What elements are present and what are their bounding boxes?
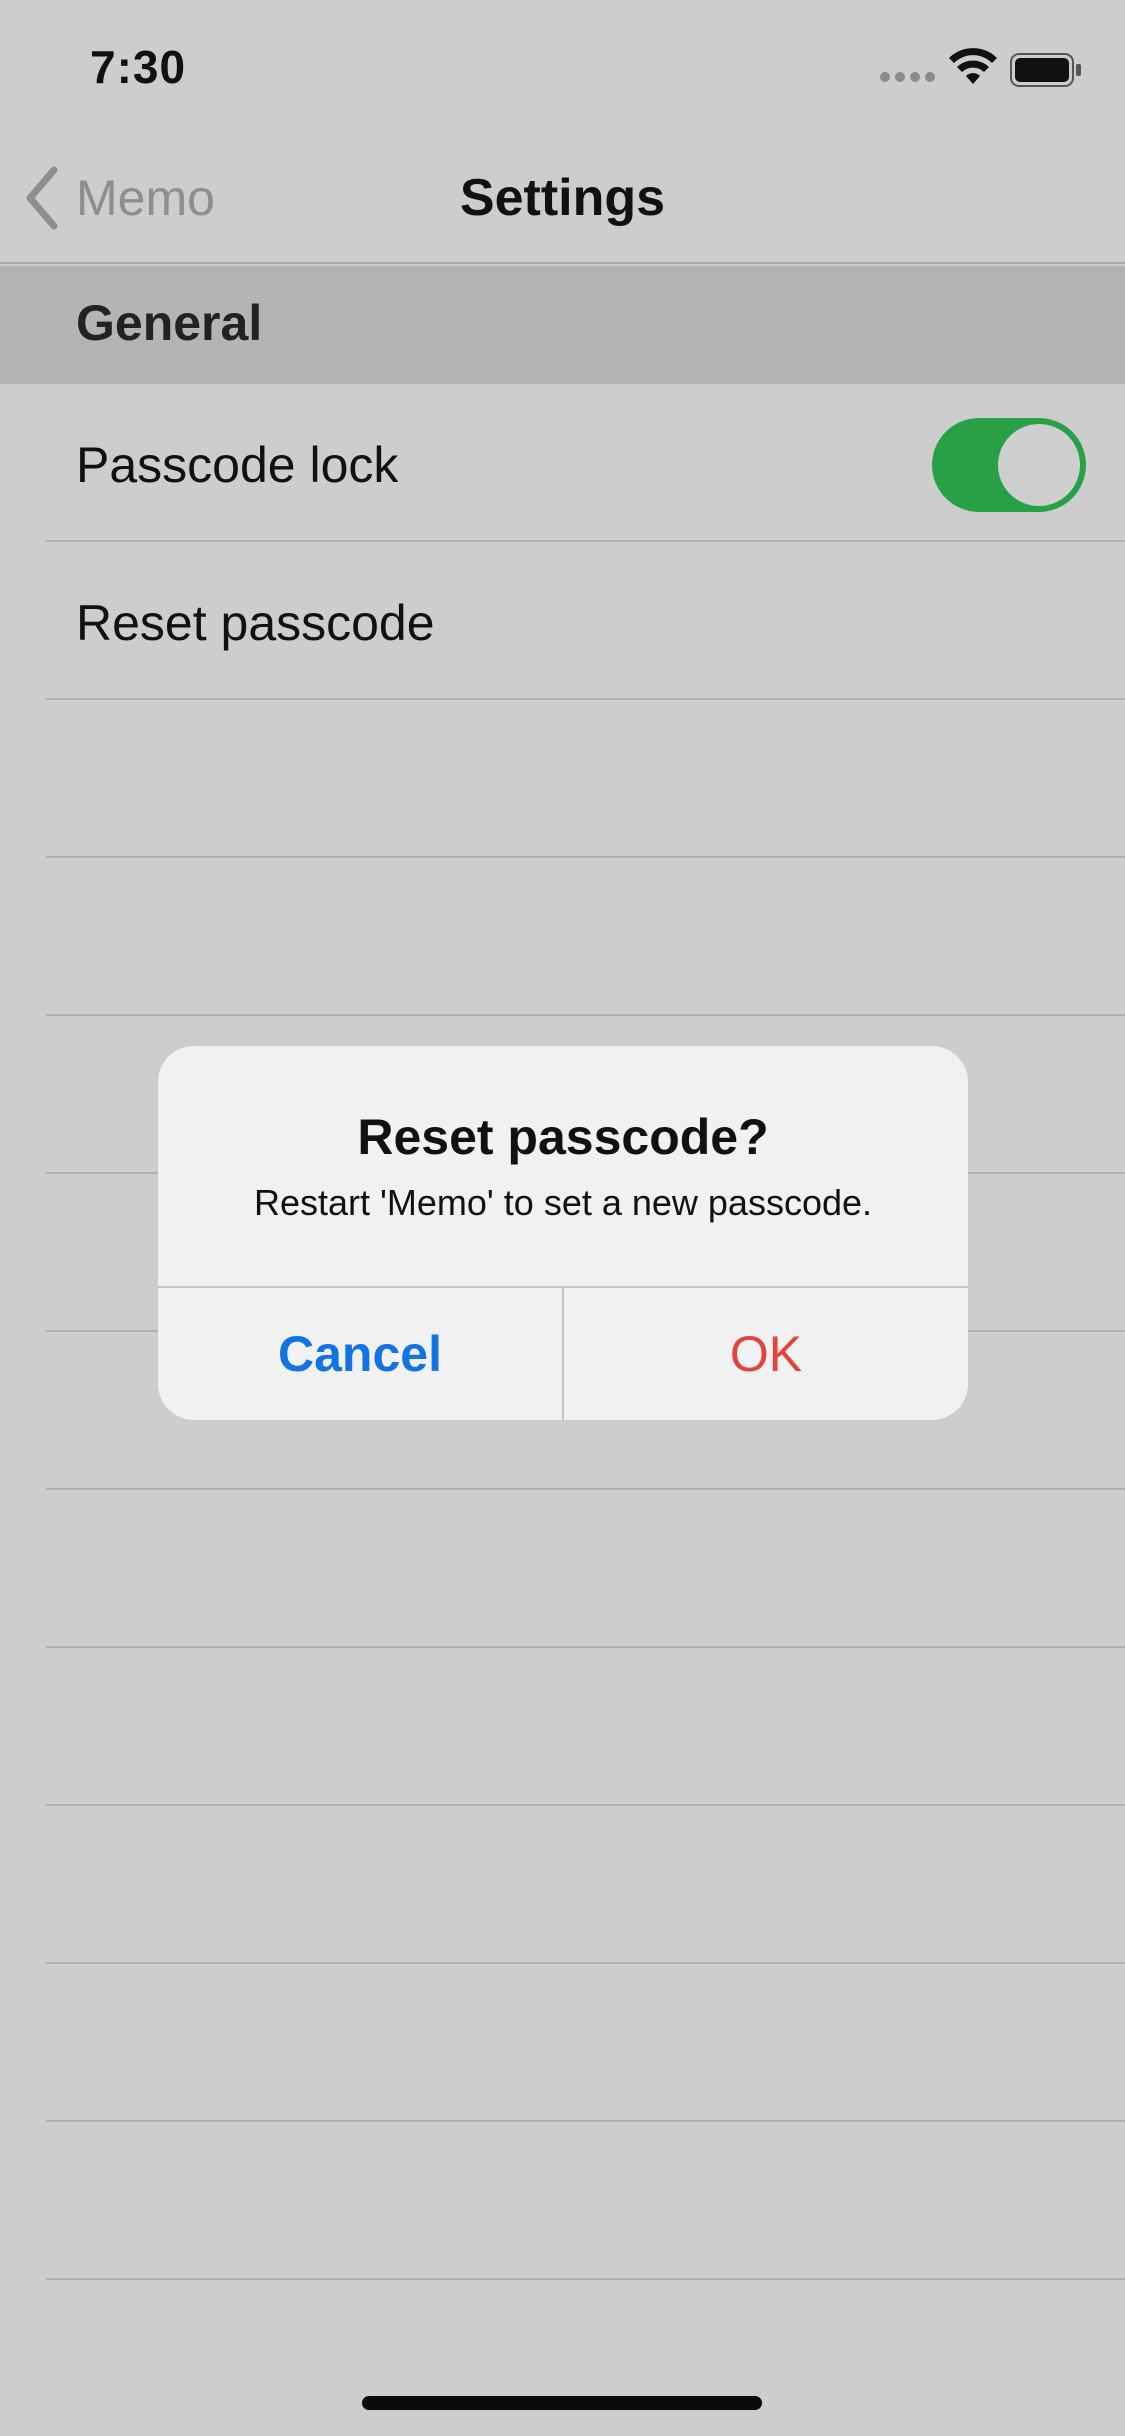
list-item bbox=[46, 2122, 1125, 2280]
status-bar: 7:30 bbox=[0, 0, 1125, 132]
page-title: Settings bbox=[459, 169, 666, 227]
row-label: Reset passcode bbox=[76, 595, 435, 651]
list-item bbox=[46, 1648, 1125, 1806]
section-header-general: General bbox=[0, 266, 1125, 384]
alert-message: Restart 'Memo' to set a new passcode. bbox=[253, 1182, 873, 1223]
navigation-bar: Memo Settings bbox=[0, 132, 1125, 264]
ok-button[interactable]: OK bbox=[564, 1288, 968, 1420]
row-reset-passcode[interactable]: Reset passcode bbox=[46, 542, 1125, 700]
cancel-button[interactable]: Cancel bbox=[158, 1288, 562, 1420]
list-item bbox=[46, 858, 1125, 1016]
section-header-label: General bbox=[76, 295, 263, 351]
passcode-lock-toggle[interactable] bbox=[932, 418, 1086, 512]
reset-passcode-alert: Reset passcode? Restart 'Memo' to set a … bbox=[158, 1046, 968, 1420]
alert-title: Reset passcode? bbox=[357, 1109, 769, 1165]
wifi-icon bbox=[949, 48, 997, 84]
home-indicator[interactable] bbox=[362, 2396, 762, 2410]
list-item bbox=[46, 1490, 1125, 1648]
status-time: 7:30 bbox=[90, 41, 187, 93]
list-item bbox=[46, 1806, 1125, 1964]
list-item bbox=[46, 700, 1125, 858]
battery-icon bbox=[1010, 53, 1081, 87]
row-label: Passcode lock bbox=[76, 437, 399, 493]
settings-screen: 7:30 Memo Settings General Passcode lock bbox=[0, 0, 1125, 2436]
toggle-knob bbox=[998, 424, 1080, 506]
signal-icon bbox=[880, 72, 936, 84]
list-item bbox=[46, 1964, 1125, 2122]
